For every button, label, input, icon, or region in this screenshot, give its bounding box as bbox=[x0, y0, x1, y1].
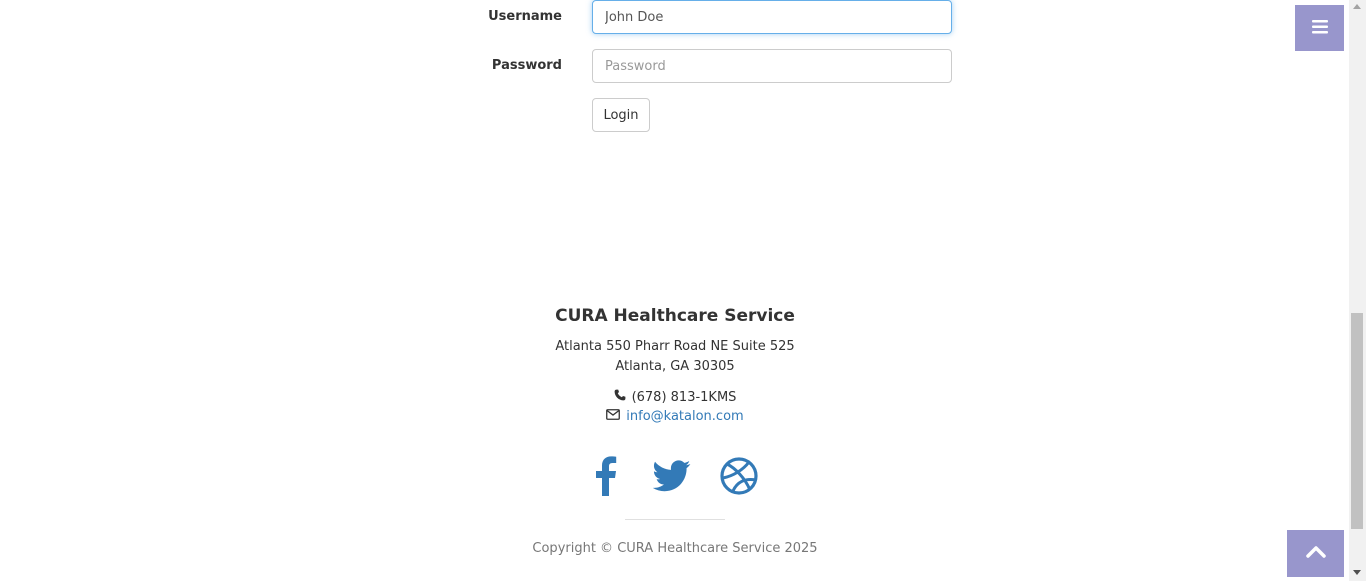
dribbble-icon bbox=[719, 456, 759, 500]
footer-title: CURA Healthcare Service bbox=[555, 306, 795, 326]
twitter-icon bbox=[652, 460, 691, 496]
twitter-link[interactable] bbox=[652, 455, 692, 501]
back-to-top-button[interactable] bbox=[1287, 530, 1344, 577]
login-button[interactable]: Login bbox=[592, 98, 650, 132]
footer-divider bbox=[625, 519, 725, 520]
password-input[interactable] bbox=[592, 49, 952, 83]
dribbble-link[interactable] bbox=[718, 455, 760, 501]
scrollbar-thumb[interactable] bbox=[1351, 313, 1363, 529]
hamburger-icon bbox=[1311, 19, 1328, 38]
password-label: Password bbox=[491, 58, 562, 73]
footer-phone: (678) 813-1KMS bbox=[0, 389, 1350, 405]
scroll-up-arrow-icon[interactable] bbox=[1353, 4, 1361, 9]
phone-text: (678) 813-1KMS bbox=[631, 389, 737, 405]
email-link[interactable]: info@katalon.com bbox=[626, 409, 743, 424]
username-input[interactable] bbox=[592, 0, 952, 34]
facebook-link[interactable] bbox=[590, 455, 622, 501]
footer-email: info@katalon.com bbox=[0, 409, 1350, 424]
vertical-scrollbar[interactable] bbox=[1349, 0, 1366, 581]
chevron-up-icon bbox=[1305, 544, 1326, 563]
footer-address-line2: Atlanta, GA 30305 bbox=[615, 359, 735, 374]
phone-icon bbox=[614, 389, 626, 405]
scroll-down-arrow-icon[interactable] bbox=[1353, 570, 1361, 575]
page: Username Password Login CURA Healthcare … bbox=[0, 0, 1366, 581]
footer-address-line1: Atlanta 550 Pharr Road NE Suite 525 bbox=[555, 339, 795, 354]
envelope-icon bbox=[606, 409, 621, 424]
facebook-icon bbox=[594, 456, 618, 500]
menu-toggle-button[interactable] bbox=[1295, 5, 1344, 51]
username-label: Username bbox=[488, 9, 562, 24]
copyright-text: Copyright © CURA Healthcare Service 2025 bbox=[532, 541, 818, 556]
